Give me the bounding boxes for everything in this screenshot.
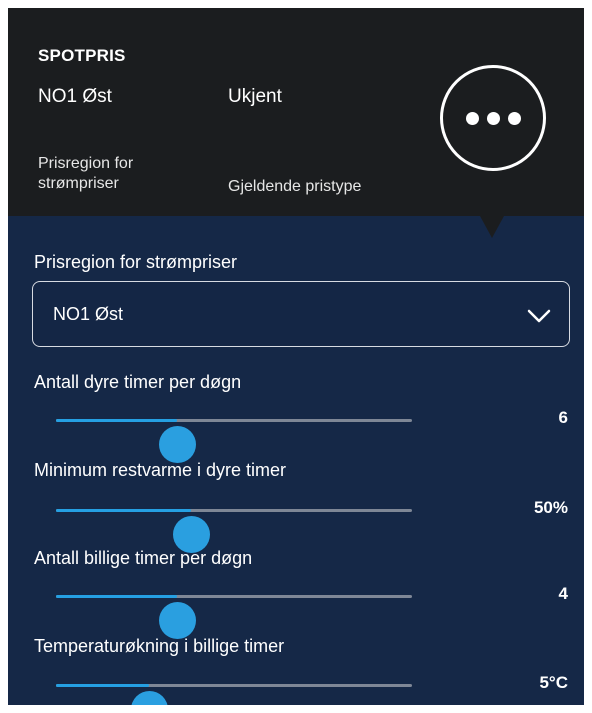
slider-label-temperature-increase: Temperaturøkning i billige timer [34, 636, 285, 656]
spotpris-header: SPOTPRIS NO1 Øst Ukjent Prisregion for s… [8, 8, 584, 216]
region-select[interactable]: NO1 Øst [32, 281, 570, 347]
slider-track[interactable] [56, 684, 412, 705]
slider-track[interactable] [56, 509, 412, 553]
slider-value: 50% [533, 498, 568, 517]
slider-fill [56, 684, 149, 687]
chevron-down-icon [527, 309, 551, 323]
slider-thumb[interactable] [159, 602, 197, 639]
slider-thumb[interactable] [159, 426, 197, 463]
slider-min-residual-heat: 50% [8, 485, 584, 553]
more-options-button[interactable] [440, 65, 546, 171]
slider-fill [56, 509, 192, 512]
slider-fill [56, 595, 178, 598]
slider-fill [56, 419, 178, 422]
more-horizontal-icon [465, 111, 521, 125]
slider-temperature-increase: 5°C [8, 660, 584, 705]
slider-cheap-hours: 4 [8, 571, 584, 639]
slider-track[interactable] [56, 595, 412, 639]
dot [486, 111, 500, 125]
slider-value: 5°C [539, 673, 568, 692]
slider-label-min-residual-heat: Minimum restvarme i dyre timer [34, 460, 287, 480]
slider-thumb[interactable] [130, 691, 168, 705]
region-select-label: Prisregion for strømpriser [34, 252, 238, 272]
dot [465, 111, 479, 125]
slider-expensive-hours: 6 [8, 395, 584, 463]
region-select-value: NO1 Øst [53, 304, 124, 324]
current-region-value: NO1 Øst [38, 86, 112, 107]
current-price-type-value: Ukjent [228, 86, 282, 107]
slider-track[interactable] [56, 419, 412, 463]
slider-value: 4 [558, 584, 568, 603]
slider-value: 6 [558, 408, 568, 427]
region-caption: Prisregion for strømpriser [38, 155, 134, 192]
slider-label-cheap-hours: Antall billige timer per døgn [34, 548, 253, 568]
price-type-caption: Gjeldende pristype [228, 178, 362, 195]
slider-label-expensive-hours: Antall dyre timer per døgn [34, 372, 242, 392]
popover-pointer [480, 216, 504, 238]
spotpris-panel: SPOTPRIS NO1 Øst Ukjent Prisregion for s… [8, 8, 584, 705]
header-title: SPOTPRIS [38, 46, 126, 65]
dot [507, 111, 521, 125]
